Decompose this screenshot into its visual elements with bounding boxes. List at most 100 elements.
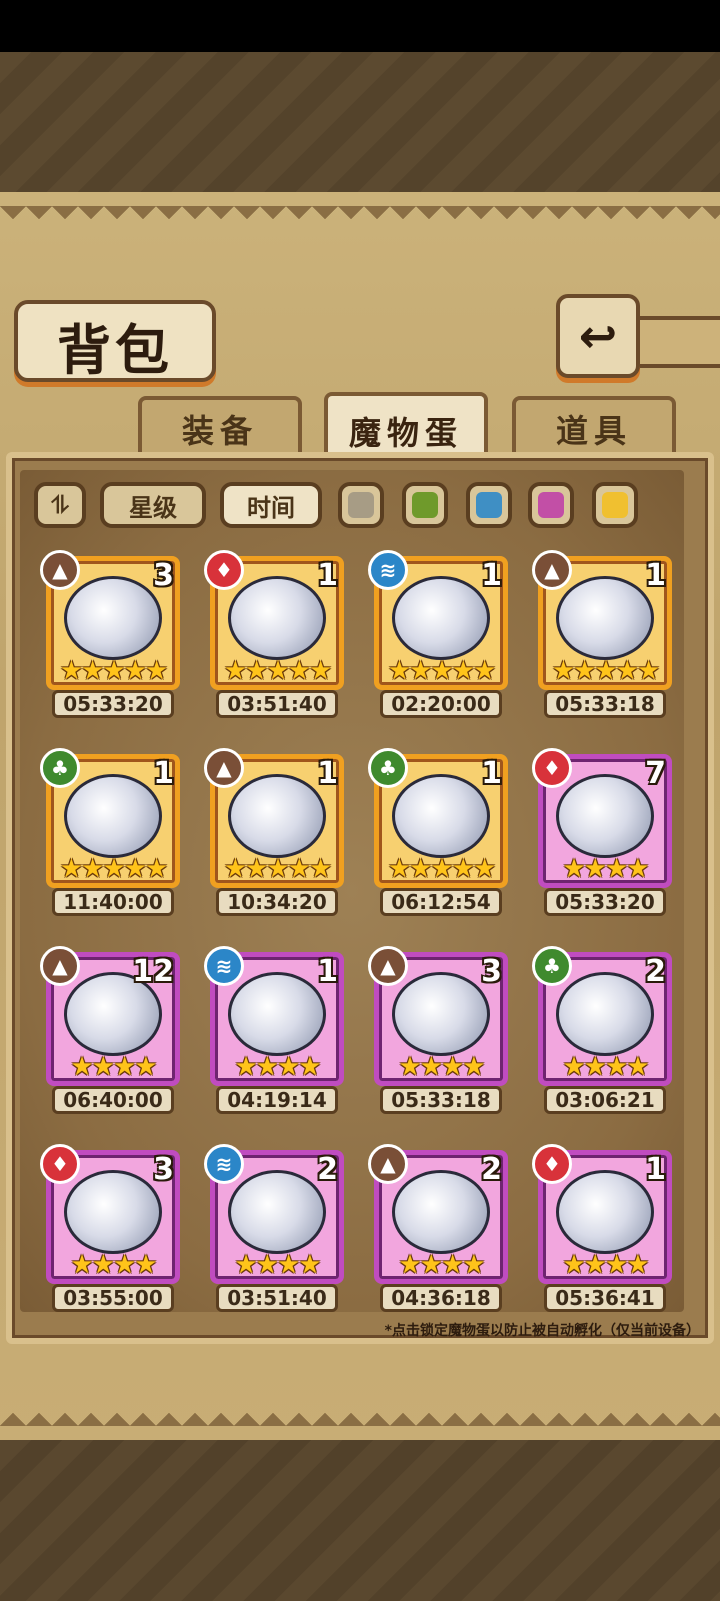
tab-equipment[interactable]: 装备 [138, 396, 302, 458]
egg-card[interactable]: ♦ 1 ★★★★ 05:36:41 [532, 1144, 672, 1312]
hatch-timer: 04:19:14 [216, 1086, 338, 1114]
egg-count: 7 [645, 756, 666, 791]
egg-count: 3 [153, 1152, 174, 1187]
tab-label: 魔物蛋 [348, 414, 463, 452]
flame-icon: ♦ [204, 550, 244, 590]
bat-egg-art [64, 1170, 162, 1254]
green-swatch [412, 492, 438, 518]
leaf-icon: ♣ [368, 748, 408, 788]
hatch-timer: 05:36:41 [544, 1284, 666, 1312]
goggle-egg-art [392, 972, 490, 1056]
filter-gold-button[interactable] [592, 482, 638, 528]
star-rating: ★★★★ [234, 1052, 321, 1082]
star-rating: ★★★★★ [223, 854, 333, 884]
wave-icon: ≋ [204, 946, 244, 986]
wave-icon: ≋ [368, 550, 408, 590]
egg-count: 1 [153, 756, 174, 791]
slime-egg-art [228, 972, 326, 1056]
leaf-icon: ♣ [532, 946, 572, 986]
egg-card[interactable]: ♣ 1 ★★★★★ 11:40:00 [40, 748, 180, 916]
egg-card[interactable]: ▲ 12 ★★★★ 06:40:00 [40, 946, 180, 1114]
egg-card[interactable]: ♣ 2 ★★★★ 03:06:21 [532, 946, 672, 1114]
crystal-egg-art [228, 774, 326, 858]
gold-swatch [602, 492, 628, 518]
egg-card[interactable]: ▲ 3 ★★★★★ 05:33:20 [40, 550, 180, 718]
star-rating: ★★★★ [70, 1250, 157, 1280]
egg-count: 1 [317, 558, 338, 593]
panda-egg-art [228, 1170, 326, 1254]
bunny-egg-art [556, 576, 654, 660]
egg-card[interactable]: ▲ 1 ★★★★★ 05:33:18 [532, 550, 672, 718]
egg-count: 1 [481, 756, 502, 791]
hatch-timer: 05:33:18 [544, 690, 666, 718]
hatch-timer: 03:06:21 [544, 1086, 666, 1114]
filter-green-button[interactable] [402, 482, 448, 528]
status-bar [0, 0, 720, 52]
egg-card[interactable]: ≋ 1 ★★★★★ 02:20:00 [368, 550, 508, 718]
egg-count: 2 [317, 1152, 338, 1187]
star-rating: ★★★★ [234, 1250, 321, 1280]
hatch-timer: 06:12:54 [380, 888, 502, 916]
torn-edge-bottom [0, 1400, 720, 1426]
star-rating: ★★★★★ [387, 656, 497, 686]
egg-card[interactable]: ♦ 7 ★★★★ 05:33:20 [532, 748, 672, 916]
flame-icon: ♦ [40, 1144, 80, 1184]
star-rating: ★★★★★ [59, 854, 169, 884]
egg-count: 3 [481, 954, 502, 989]
star-rating: ★★★★★ [223, 656, 333, 686]
egg-count: 1 [645, 1152, 666, 1187]
egg-count: 12 [132, 954, 174, 989]
star-rating: ★★★★★ [551, 656, 661, 686]
tab-items[interactable]: 道具 [512, 396, 676, 458]
egg-card[interactable]: ▲ 1 ★★★★★ 10:34:20 [204, 748, 344, 916]
filter-blue-button[interactable] [466, 482, 512, 528]
egg-card[interactable]: ♦ 1 ★★★★★ 03:51:40 [204, 550, 344, 718]
star-rating: ★★★★★ [387, 854, 497, 884]
filter-gray-button[interactable] [338, 482, 384, 528]
star-rating: ★★★★★ [59, 656, 169, 686]
star-rating: ★★★★ [562, 854, 649, 884]
flame-icon: ♦ [532, 1144, 572, 1184]
sort-order-button[interactable]: ⥮ [34, 482, 86, 528]
dagger-egg-art [556, 774, 654, 858]
sort-by-star-label: 星级 [129, 493, 177, 522]
back-arrow-icon: ↩ [578, 309, 618, 363]
gray-swatch [348, 492, 374, 518]
hatch-timer: 03:55:00 [52, 1284, 174, 1312]
star-rating: ★★★★ [70, 1052, 157, 1082]
hammer-egg-art [64, 576, 162, 660]
sort-by-time-button[interactable]: 时间 [220, 482, 322, 528]
mountain-icon: ▲ [368, 946, 408, 986]
tab-label: 道具 [555, 412, 632, 450]
filter-purple-button[interactable] [528, 482, 574, 528]
hatch-timer: 06:40:00 [52, 1086, 174, 1114]
frill-egg-art [392, 576, 490, 660]
cap-egg-art [228, 576, 326, 660]
egg-card[interactable]: ▲ 3 ★★★★ 05:33:18 [368, 946, 508, 1114]
egg-count: 1 [317, 954, 338, 989]
sort-toggle-icon: ⥮ [51, 491, 69, 519]
back-button[interactable]: ↩ [556, 294, 640, 378]
egg-count: 1 [481, 558, 502, 593]
leaf-icon: ♣ [40, 748, 80, 788]
title-plate: 背包 [14, 300, 216, 382]
egg-card[interactable]: ≋ 1 ★★★★ 04:19:14 [204, 946, 344, 1114]
flag-egg-art [556, 1170, 654, 1254]
egg-card[interactable]: ♦ 3 ★★★★ 03:55:00 [40, 1144, 180, 1312]
hatch-timer: 05:33:20 [544, 888, 666, 916]
hatch-timer: 05:33:20 [52, 690, 174, 718]
wave-icon: ≋ [204, 1144, 244, 1184]
star-rating: ★★★★ [562, 1250, 649, 1280]
bandit-egg-art [392, 1170, 490, 1254]
back-button-rail [632, 316, 720, 368]
sort-by-star-button[interactable]: 星级 [100, 482, 206, 528]
hatch-timer: 10:34:20 [216, 888, 338, 916]
flame-icon: ♦ [532, 748, 572, 788]
egg-card[interactable]: ♣ 1 ★★★★★ 06:12:54 [368, 748, 508, 916]
egg-card[interactable]: ▲ 2 ★★★★ 04:36:18 [368, 1144, 508, 1312]
sort-by-time-label: 时间 [247, 493, 295, 522]
mountain-icon: ▲ [204, 748, 244, 788]
hatch-timer: 03:51:40 [216, 1284, 338, 1312]
egg-count: 1 [645, 558, 666, 593]
egg-card[interactable]: ≋ 2 ★★★★ 03:51:40 [204, 1144, 344, 1312]
